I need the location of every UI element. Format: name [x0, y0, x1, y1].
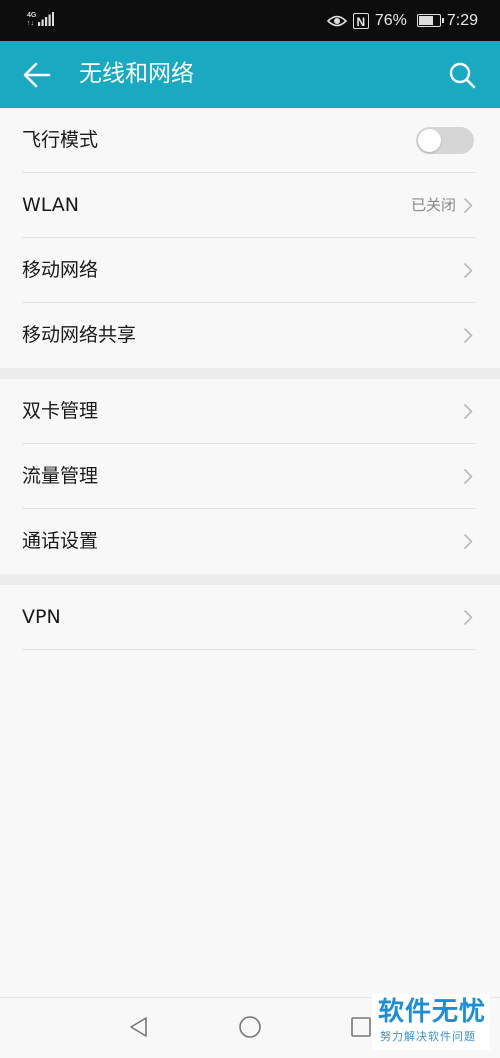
setting-tethering[interactable]: 移动网络共享 — [0, 303, 500, 368]
chevron-right-icon — [463, 197, 473, 214]
chevron-right-icon — [463, 468, 473, 485]
battery-icon — [416, 14, 444, 27]
setting-label: 流量管理 — [22, 465, 99, 487]
chevron-right-icon — [463, 403, 473, 420]
chevron-right-icon — [463, 262, 473, 279]
nfc-icon: N — [352, 12, 369, 29]
airplane-mode-toggle[interactable] — [416, 127, 474, 154]
setting-mobile-network[interactable]: 移动网络 — [0, 238, 500, 303]
app-bar: 无线和网络 — [0, 41, 500, 108]
section-separator — [0, 368, 500, 379]
setting-label: 移动网络共享 — [22, 324, 137, 346]
status-time: 7:29 — [446, 11, 478, 29]
nav-back-icon[interactable] — [128, 1016, 150, 1038]
setting-label: 飞行模式 — [22, 129, 99, 151]
signal-icon — [38, 12, 54, 26]
arrow-left-icon[interactable] — [22, 61, 52, 89]
nav-home-icon[interactable] — [238, 1015, 262, 1039]
divider — [22, 649, 475, 650]
setting-dual-sim[interactable]: 双卡管理 — [0, 379, 500, 444]
watermark-subtitle: 努力解决软件问题 — [380, 1030, 476, 1043]
watermark: 软件无忧 努力解决软件问题 — [372, 994, 490, 1050]
network-type: 4G — [27, 12, 37, 19]
setting-label: VPN — [22, 606, 61, 628]
setting-airplane-mode[interactable]: 飞行模式 — [0, 108, 500, 173]
watermark-title: 软件无忧 — [378, 997, 487, 1027]
section-separator — [0, 574, 500, 585]
page-title: 无线和网络 — [79, 61, 194, 87]
eye-icon — [326, 15, 347, 26]
nav-recent-icon[interactable] — [350, 1016, 372, 1038]
chevron-right-icon — [463, 327, 473, 344]
network-indicator: 4G ↑↓ — [27, 12, 36, 28]
toggle-knob — [418, 129, 441, 152]
network-activity: ↑↓ — [27, 20, 34, 27]
settings-group-network: 飞行模式 WLAN 已关闭 移动网络 移动网络共享 — [0, 108, 500, 368]
battery-percent: 76% — [374, 11, 407, 29]
setting-value: 已关闭 — [410, 196, 456, 214]
setting-vpn[interactable]: VPN — [0, 585, 500, 650]
status-bar: 4G ↑↓ N 76% 7:29 — [0, 0, 500, 41]
setting-label: 通话设置 — [22, 530, 99, 552]
setting-label: 双卡管理 — [22, 400, 99, 422]
setting-call-settings[interactable]: 通话设置 — [0, 509, 500, 574]
search-icon[interactable] — [448, 61, 476, 89]
setting-label: 移动网络 — [22, 259, 99, 281]
chevron-right-icon — [463, 609, 473, 626]
setting-data-usage[interactable]: 流量管理 — [0, 444, 500, 509]
setting-wlan[interactable]: WLAN 已关闭 — [0, 173, 500, 238]
settings-group-vpn: VPN — [0, 585, 500, 650]
settings-group-sim: 双卡管理 流量管理 通话设置 — [0, 379, 500, 574]
chevron-right-icon — [463, 533, 473, 550]
setting-label: WLAN — [22, 194, 80, 216]
